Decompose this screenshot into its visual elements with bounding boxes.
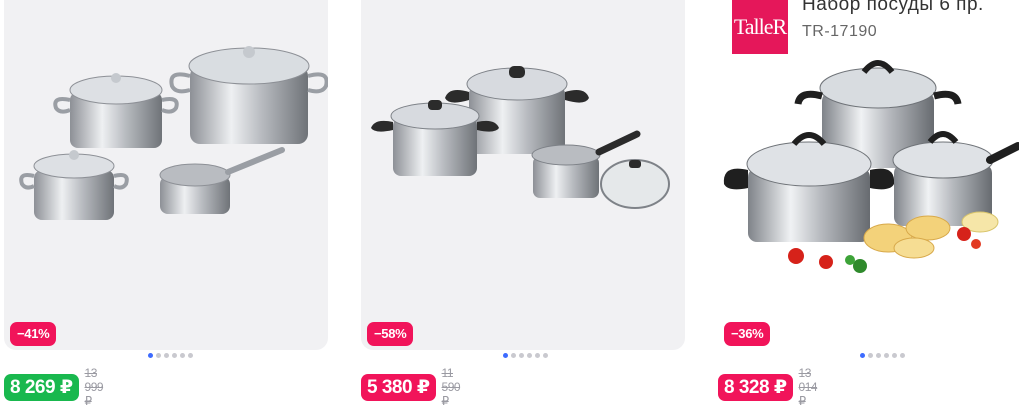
carousel-dot[interactable] (503, 353, 508, 358)
carousel-dot[interactable] (519, 353, 524, 358)
old-price: 13 999 ₽ (84, 366, 104, 408)
price-row: 8 328 ₽ 13 014 ₽ (718, 366, 818, 408)
carousel-dot[interactable] (148, 353, 153, 358)
price-row: 8 269 ₽ 13 999 ₽ (4, 366, 104, 408)
carousel-dot[interactable] (876, 353, 881, 358)
current-price: 8 328 ₽ (718, 373, 793, 401)
carousel-dot[interactable] (172, 353, 177, 358)
carousel-dot[interactable] (188, 353, 193, 358)
carousel-dot[interactable] (527, 353, 532, 358)
image-carousel-dots[interactable] (503, 353, 548, 359)
old-price: 13 014 ₽ (798, 366, 818, 408)
discount-badge: −41% (10, 322, 57, 346)
carousel-dot[interactable] (892, 353, 897, 358)
cookware-set-image (19, 46, 328, 220)
old-price: 11 590 ₽ (441, 366, 461, 408)
price-row: 5 380 ₽ 11 590 ₽ (361, 366, 461, 408)
product-image[interactable]: −41% (4, 0, 328, 350)
discount-badge: −36% (724, 322, 771, 346)
carousel-dot[interactable] (511, 353, 516, 358)
current-price: 5 380 ₽ (361, 373, 436, 401)
carousel-dot[interactable] (543, 353, 548, 358)
carousel-dot[interactable] (860, 353, 865, 358)
cookware-set-image (371, 66, 670, 209)
current-price: 8 269 ₽ (4, 373, 79, 401)
carousel-dot[interactable] (535, 353, 540, 358)
product-image[interactable]: TalleR Набор посуды 6 пр. TR-17190 −36% (718, 0, 1019, 350)
discount-badge: −58% (367, 322, 414, 346)
image-carousel-dots[interactable] (860, 353, 905, 359)
carousel-dot[interactable] (180, 353, 185, 358)
carousel-dot[interactable] (868, 353, 873, 358)
carousel-dot[interactable] (164, 353, 169, 358)
carousel-dot[interactable] (156, 353, 161, 358)
carousel-dot[interactable] (884, 353, 889, 358)
carousel-dot[interactable] (900, 353, 905, 358)
cookware-set-image (723, 60, 1019, 273)
image-carousel-dots[interactable] (148, 353, 193, 359)
product-image[interactable]: −58% (361, 0, 685, 350)
